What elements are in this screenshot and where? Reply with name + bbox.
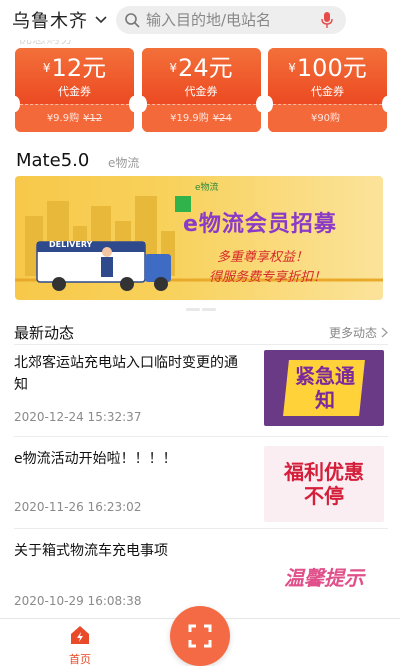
coupon-type: 代金券 (58, 85, 91, 98)
truck-label: DELIVERY (49, 240, 93, 249)
news-item[interactable]: 北郊客运站充电站入口临时变更的通知 2020-12-24 15:32:37 紧急… (14, 346, 388, 432)
coupon-price-row: ¥90购 (268, 104, 387, 132)
thumb-text: 紧急通知 (295, 364, 355, 412)
currency-symbol: ¥ (288, 61, 296, 75)
news-timestamp: 2020-12-24 15:32:37 (14, 410, 142, 424)
coupon-card[interactable]: ¥100元 代金券 ¥90购 (268, 48, 387, 132)
divider (14, 344, 388, 345)
search-input[interactable] (146, 11, 306, 29)
currency-symbol: ¥ (42, 61, 51, 75)
city-name: 乌鲁木齐 (12, 11, 88, 32)
banner-illustration (15, 196, 383, 291)
top-bar: 乌鲁木齐 (0, 0, 400, 40)
coupon-price: ¥9.9购 (46, 113, 80, 124)
thumb-text: 温馨提示 (284, 566, 364, 590)
banner-tagline: 多重尊享权益！ (217, 250, 309, 265)
banner-title: e物流会员招募 (183, 212, 337, 237)
tab-home[interactable]: 首页 (56, 625, 104, 666)
banner-logo: e物流 (195, 183, 219, 193)
carousel-indicator (186, 308, 216, 311)
scan-icon (188, 624, 212, 648)
search-bar[interactable] (116, 6, 346, 34)
divider (14, 528, 388, 529)
section-subtitle: e物流 (108, 156, 140, 170)
divider (14, 436, 388, 437)
news-thumbnail: 紧急通知 (264, 350, 384, 426)
thumb-text: 福利优惠不停 (284, 460, 364, 508)
chevron-right-icon (381, 327, 388, 338)
news-title: e物流活动开始啦！！！！ (14, 451, 177, 467)
home-icon (71, 626, 89, 644)
coupon-price-row: ¥9.9购 ¥12 (15, 104, 134, 132)
coupon-original-price: ¥24 (212, 113, 232, 124)
news-section-title: 最新动态 (14, 324, 75, 342)
coupon-face: ¥100元 代金券 (268, 48, 387, 104)
news-item[interactable]: e物流活动开始啦！！！！ 2020-11-26 16:23:02 福利优惠不停 (14, 442, 388, 528)
coupon-original-price: ¥12 (83, 113, 103, 124)
news-title: 关于箱式物流车充电事项 (14, 543, 168, 559)
chevron-down-icon (95, 16, 107, 24)
tab-home-label: 首页 (69, 653, 91, 666)
banner-tagline: 得服务费专享折扣！ (209, 270, 327, 285)
coupon-face: ¥24元 代金券 (141, 48, 261, 104)
news-thumbnail: 温馨提示 (264, 538, 384, 614)
city-selector[interactable]: 乌鲁木齐 (12, 7, 108, 33)
scan-button[interactable] (170, 606, 230, 666)
coupon-price-row: ¥19.9购 ¥24 (141, 104, 261, 132)
coupon-card[interactable]: ¥12元 代金券 ¥9.9购 ¥12 (15, 48, 134, 132)
news-timestamp: 2020-10-29 16:08:38 (14, 594, 142, 608)
coupon-type: 代金券 (311, 85, 344, 98)
more-news-label: 更多动态 (328, 326, 377, 340)
news-timestamp: 2020-11-26 16:23:02 (14, 500, 142, 514)
coupon-price: ¥19.9购 (170, 113, 209, 124)
coupon-type: 代金券 (184, 85, 218, 98)
coupon-face: ¥12元 代金券 (15, 48, 134, 104)
more-news-link[interactable]: 更多动态 (329, 324, 388, 341)
coupon-price: ¥90购 (310, 113, 341, 124)
news-thumbnail: 福利优惠不停 (264, 446, 384, 522)
promo-banner[interactable]: e物流 DELIVERY e物流会员招募 多重尊享权益！ 得服务费专享折扣！ (15, 176, 383, 300)
news-title: 北郊客运站充电站入口临时变更的通知 (14, 355, 238, 393)
coupon-card[interactable]: ¥24元 代金券 ¥19.9购 ¥24 (141, 48, 261, 132)
microphone-icon[interactable] (320, 11, 334, 29)
section-title: Mate5.0 (16, 150, 90, 171)
coupon-amount: 100元 (296, 54, 367, 82)
search-icon (125, 13, 140, 28)
coupon-notch (129, 96, 134, 112)
coupon-notch (382, 96, 387, 112)
currency-symbol: ¥ (169, 61, 178, 75)
coupon-amount: 12元 (51, 54, 107, 82)
coupon-amount: 24元 (178, 54, 233, 82)
coupon-list: ¥12元 代金券 ¥9.9购 ¥12 ¥24元 代金券 ¥19.9购 ¥24 ¥10… (15, 48, 387, 132)
